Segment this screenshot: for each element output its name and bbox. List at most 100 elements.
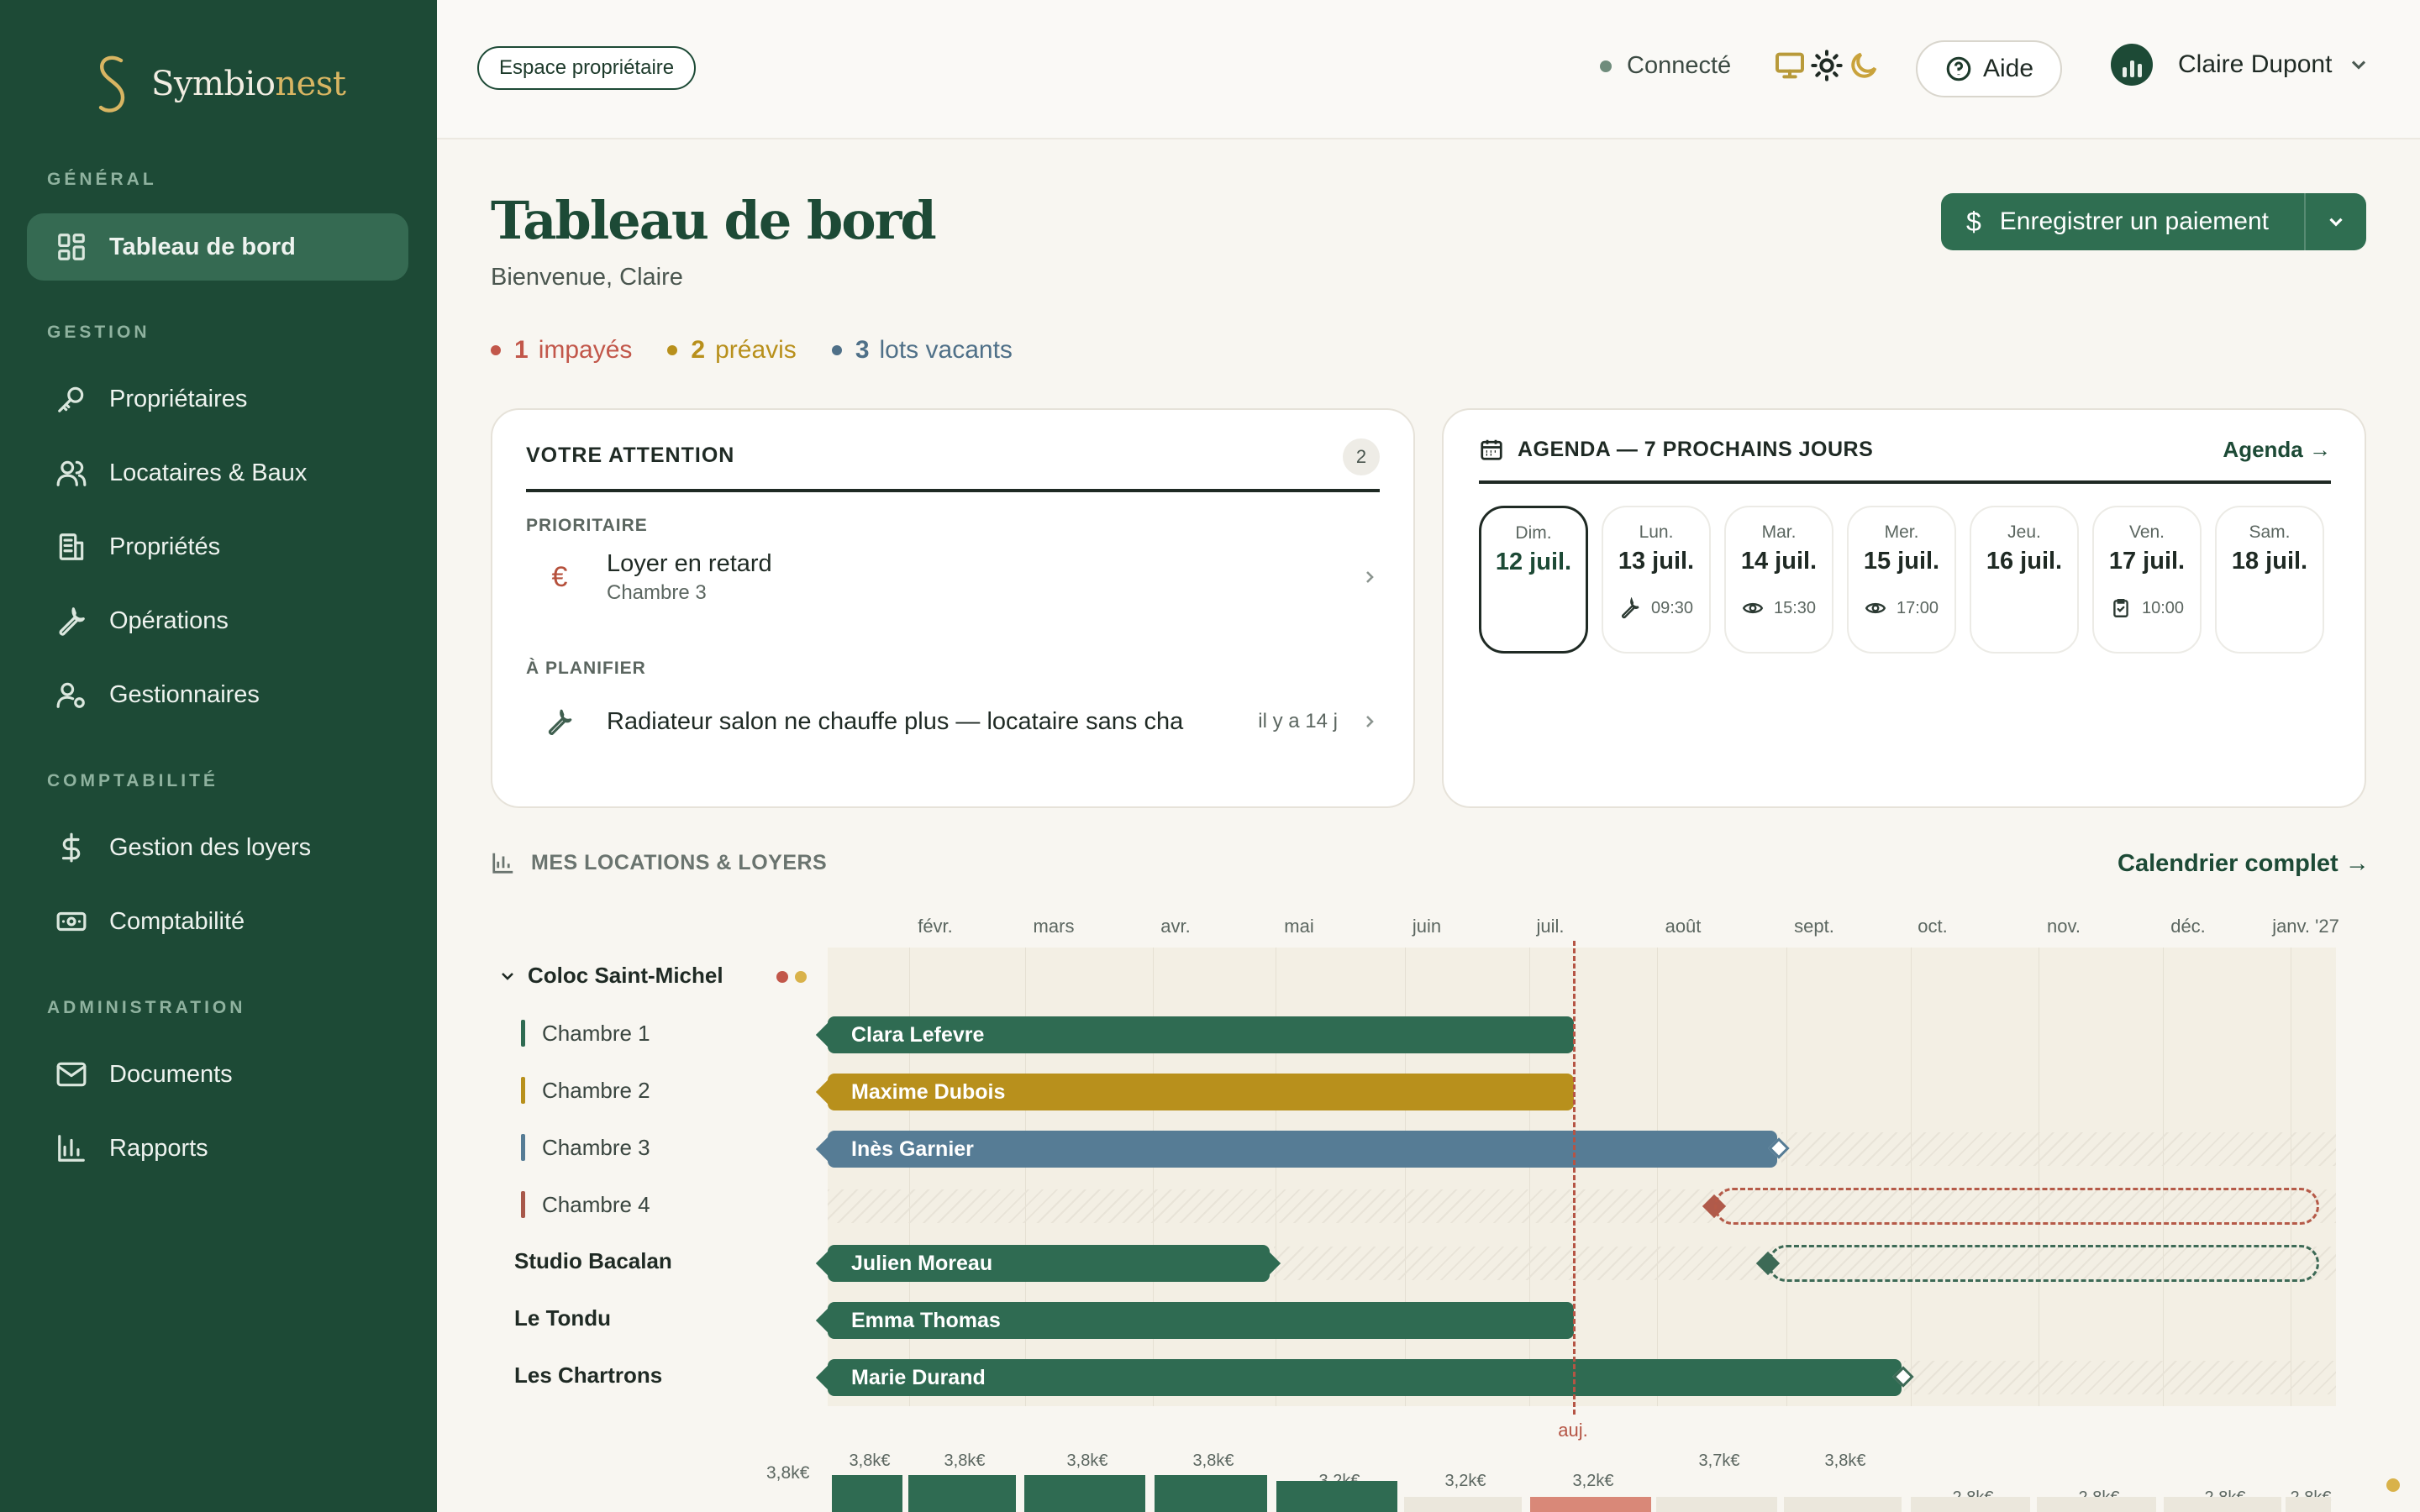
lease-bar[interactable]: Emma Thomas: [828, 1302, 1574, 1339]
sun-icon[interactable]: [1810, 49, 1844, 82]
attention-item-late-rent[interactable]: € Loyer en retard Chambre 3: [526, 541, 1380, 613]
rentals-title: MES LOCATIONS & LOYERS: [531, 850, 828, 874]
agenda-day[interactable]: Ven. 17 juil. 10:00: [2092, 506, 2202, 654]
sidebar-item-properties[interactable]: Propriétés: [27, 513, 408, 580]
full-calendar-link[interactable]: Calendrier complet →: [2118, 850, 2370, 878]
banknote-icon: [56, 911, 87, 932]
monitor-icon[interactable]: [1773, 49, 1807, 82]
revenue-bar[interactable]: [1155, 1475, 1267, 1512]
agenda-day[interactable]: Mar. 14 juil. 15:30: [1724, 506, 1833, 654]
attention-item-radiator[interactable]: Radiateur salon ne chauffe plus — locata…: [526, 685, 1380, 758]
sidebar-item-managers[interactable]: Gestionnaires: [27, 661, 408, 728]
building-icon: [59, 533, 84, 560]
help-button[interactable]: Aide: [1916, 40, 2062, 97]
chevron-right-icon: [1366, 571, 1374, 583]
legend-dot-icon: [2386, 1478, 2400, 1492]
month-label: oct.: [1918, 916, 1948, 937]
sidebar-item-owners[interactable]: Propriétaires: [27, 365, 408, 433]
group-coloc-saint-michel[interactable]: Coloc Saint-Michel: [497, 963, 723, 989]
row-le-tondu[interactable]: Le Tondu: [514, 1305, 611, 1331]
revenue-bar[interactable]: [2164, 1497, 2281, 1512]
row-les-chartrons[interactable]: Les Chartrons: [514, 1362, 662, 1389]
future-lease-studio-bacalan[interactable]: [1768, 1245, 2319, 1282]
sidebar-item-reports[interactable]: Rapports: [27, 1115, 408, 1182]
sidebar-item-label: Locataires & Baux: [109, 459, 308, 486]
revenue-axis-max: 3,8k€: [766, 1463, 810, 1483]
agenda-day[interactable]: Dim. 12 juil.: [1479, 506, 1588, 654]
group-status-dots: [776, 971, 807, 983]
lease-bar[interactable]: Clara Lefevre: [828, 1016, 1574, 1053]
row-studio-bacalan[interactable]: Studio Bacalan: [514, 1248, 672, 1274]
month-label: déc.: [2170, 916, 2206, 937]
revenue-label: 3,2k€: [1572, 1472, 1614, 1490]
agenda-link[interactable]: Agenda →: [2223, 437, 2331, 463]
agenda-header: AGENDA — 7 PROCHAINS JOURS: [1479, 437, 1873, 462]
month-label: mars: [1033, 916, 1075, 937]
agenda-day[interactable]: Mer. 15 juil. 17:00: [1847, 506, 1956, 654]
revenue-bar[interactable]: [2037, 1497, 2156, 1512]
agenda-title: AGENDA — 7 PROCHAINS JOURS: [1518, 437, 1874, 461]
sidebar-item-tenants[interactable]: Locataires & Baux: [27, 439, 408, 507]
day-name: Sam.: [2249, 522, 2291, 542]
revenue-bar[interactable]: [1024, 1475, 1145, 1512]
sidebar-item-dashboard[interactable]: Tableau de bord: [27, 213, 408, 281]
lease-bar[interactable]: Julien Moreau: [828, 1245, 1270, 1282]
lease-bar[interactable]: Maxime Dubois: [828, 1074, 1574, 1110]
row-chambre-4[interactable]: Chambre 4: [521, 1191, 650, 1218]
help-circle-icon: [1946, 56, 1971, 81]
attention-title: VOTRE ATTENTION: [526, 444, 735, 467]
user-menu[interactable]: Claire Dupont: [2111, 44, 2370, 86]
count-notices[interactable]: 2 préavis: [667, 336, 797, 365]
day-name: Lun.: [1639, 522, 1674, 542]
agenda-day[interactable]: Lun. 13 juil. 09:30: [1602, 506, 1711, 654]
payment-options-toggle[interactable]: [2304, 193, 2366, 250]
revenue-bar[interactable]: [1656, 1497, 1777, 1512]
unpaid-dot-icon: [491, 345, 501, 355]
row-chambre-2[interactable]: Chambre 2: [521, 1077, 650, 1104]
future-lease-chambre-4[interactable]: [1714, 1188, 2319, 1225]
sidebar-item-operations[interactable]: Opérations: [27, 587, 408, 654]
users-icon: [56, 460, 87, 486]
agenda-day[interactable]: Jeu. 16 juil.: [1970, 506, 2079, 654]
revenue-bar[interactable]: [908, 1475, 1016, 1512]
sidebar-item-rents[interactable]: Gestion des loyers: [27, 814, 408, 881]
day-name: Mer.: [1884, 522, 1919, 542]
row-chambre-1[interactable]: Chambre 1: [521, 1020, 650, 1047]
revenue-bar[interactable]: [1784, 1497, 1902, 1512]
user-gear-icon: [56, 682, 85, 708]
month-label: nov.: [2047, 916, 2081, 937]
connection-status: Connecté: [1600, 52, 1731, 80]
revenue-bar[interactable]: [1530, 1497, 1651, 1512]
row-label: Chambre 4: [542, 1191, 650, 1217]
row-label: Chambre 3: [542, 1134, 650, 1160]
count-vacant[interactable]: 3 lots vacants: [831, 336, 1013, 365]
event-time: 15:30: [1773, 598, 1817, 617]
month-label: mai: [1284, 916, 1314, 937]
attention-count-badge: 2: [1343, 438, 1380, 475]
day-name: Jeu.: [2007, 522, 2041, 542]
sidebar-item-documents[interactable]: Documents: [27, 1041, 408, 1108]
lease-bar[interactable]: Inès Garnier: [828, 1131, 1777, 1168]
agenda-day[interactable]: Sam. 18 juil.: [2215, 506, 2324, 654]
record-payment-main[interactable]: $ Enregistrer un paiement: [1941, 193, 2304, 250]
brand-logo[interactable]: Symbionest: [89, 50, 346, 118]
wrench-icon: [59, 607, 85, 636]
sidebar-item-label: Gestion des loyers: [109, 833, 312, 861]
moon-icon[interactable]: [1847, 49, 1881, 82]
sidebar-item-label: Rapports: [109, 1134, 208, 1162]
avatar: [2111, 44, 2153, 86]
count-label: préavis: [715, 336, 797, 364]
revenue-bar[interactable]: [1404, 1497, 1522, 1512]
revenue-bar[interactable]: [832, 1475, 902, 1512]
lease-bar[interactable]: Marie Durand: [828, 1359, 1902, 1396]
row-chambre-3[interactable]: Chambre 3: [521, 1134, 650, 1161]
month-label: sept.: [1794, 916, 1834, 937]
day-date: 16 juil.: [1986, 548, 2063, 575]
count-unpaid[interactable]: 1 impayés: [491, 336, 632, 365]
gridline: [1911, 948, 1912, 1406]
sidebar-item-accounting[interactable]: Comptabilité: [27, 888, 408, 955]
revenue-bar[interactable]: [2286, 1497, 2331, 1512]
revenue-bar[interactable]: [1911, 1497, 2030, 1512]
owner-space-pill[interactable]: Espace propriétaire: [477, 46, 697, 90]
revenue-bar[interactable]: [1276, 1481, 1397, 1512]
